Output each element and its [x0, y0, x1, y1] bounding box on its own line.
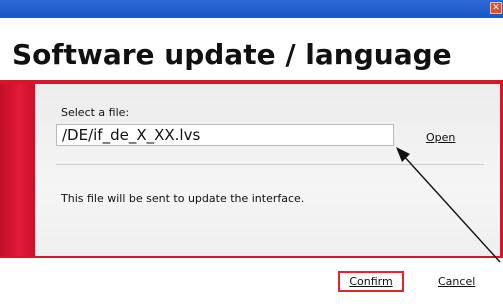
- dialog-title: Software update / language: [12, 38, 452, 71]
- open-link[interactable]: Open: [426, 131, 455, 144]
- panel-bottom-divider: [0, 256, 503, 258]
- section-separator: [56, 164, 484, 165]
- confirm-button[interactable]: Confirm: [338, 271, 404, 292]
- select-file-label: Select a file:: [61, 106, 130, 119]
- info-text: This file will be sent to update the int…: [61, 192, 305, 205]
- file-path-field[interactable]: /DE/if_de_X_XX.lvs: [56, 124, 394, 146]
- window-titlebar: ✕: [0, 0, 503, 18]
- side-accent-bar: [0, 84, 35, 256]
- close-icon[interactable]: ✕: [490, 2, 502, 14]
- cancel-button[interactable]: Cancel: [438, 275, 475, 288]
